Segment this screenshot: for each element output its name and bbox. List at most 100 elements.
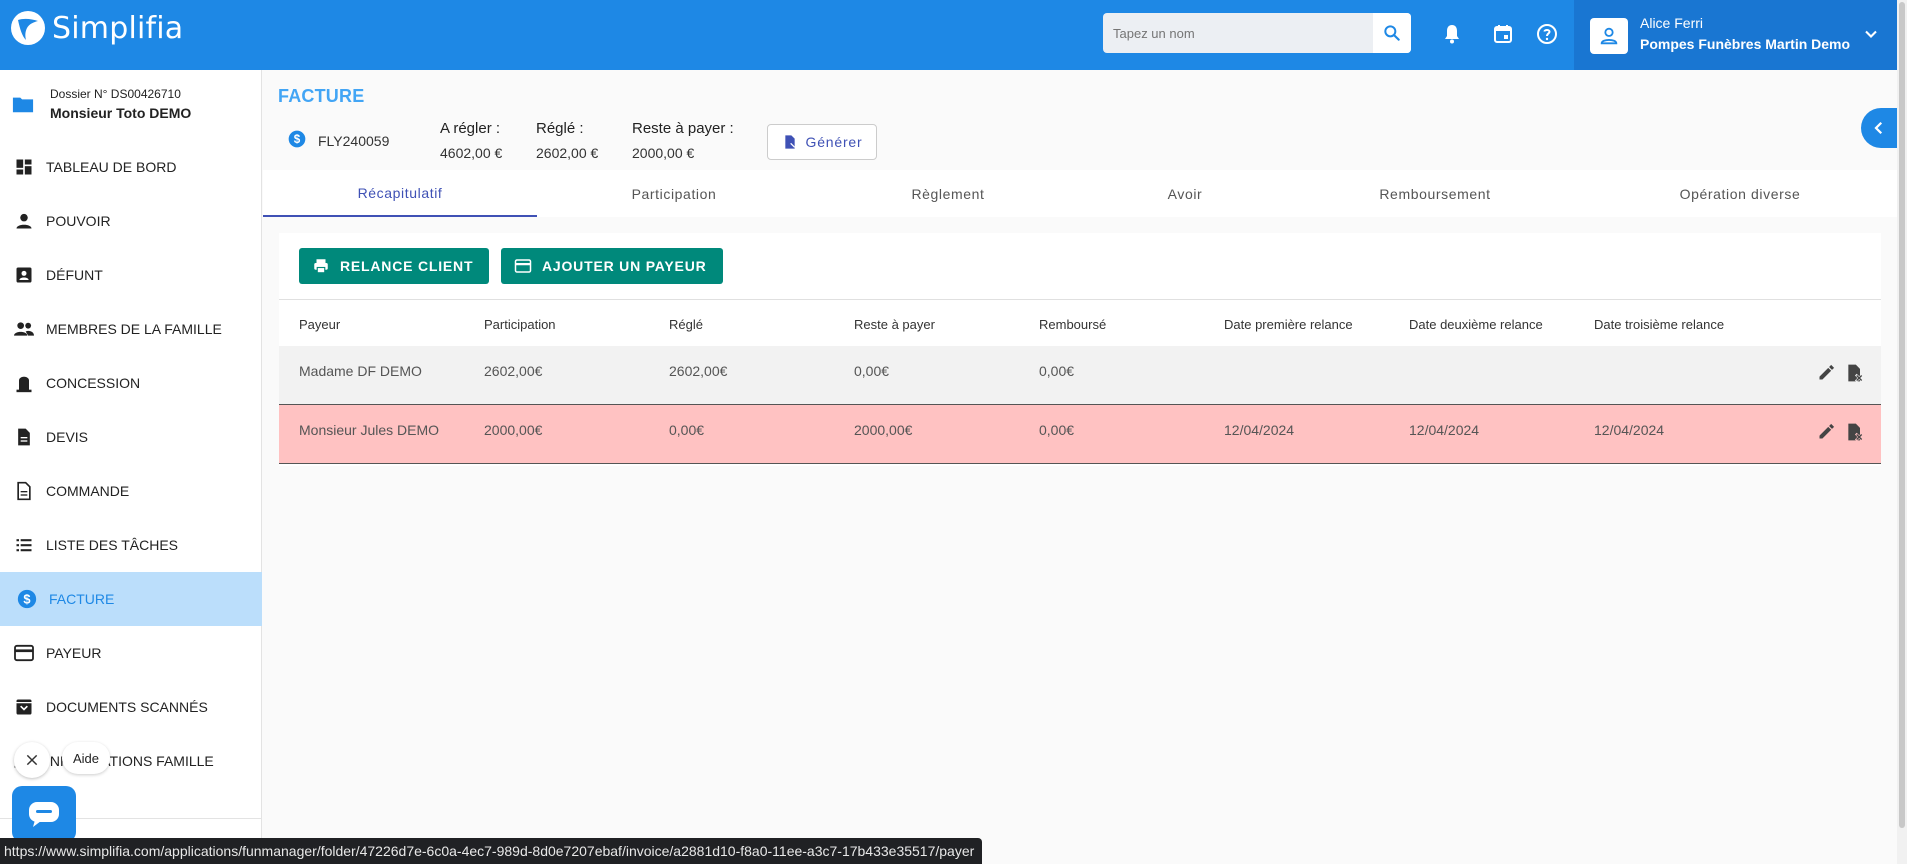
row-actions: [1817, 421, 1865, 443]
row-actions: [1817, 362, 1865, 384]
amount-reste: Reste à payer : 2000,00 €: [632, 120, 734, 161]
sidebar-item-label: DOCUMENTS SCANNÉS: [46, 699, 208, 715]
page-title: FACTURE: [278, 86, 365, 106]
folder-icon: [12, 97, 34, 113]
tab-avoir[interactable]: Avoir: [1048, 170, 1322, 217]
search-icon: [1384, 25, 1400, 41]
document-icon: [18, 428, 30, 446]
search-button[interactable]: [1373, 13, 1411, 53]
group-icon: [14, 322, 34, 336]
scrollbar-thumb[interactable]: [1899, 2, 1905, 828]
payers-table: Payeur Participation Réglé Reste à payer…: [279, 299, 1881, 464]
relance-client-button[interactable]: RELANCE CLIENT: [299, 248, 490, 284]
cell-relance-3: 12/04/2024: [1594, 422, 1665, 438]
list-icon: [16, 539, 32, 552]
add-payer-label: AJOUTER UN PAYEUR: [542, 258, 707, 274]
close-icon: [26, 754, 38, 766]
cell-regle: 2602,00€: [669, 363, 728, 379]
sidebar-item-concession[interactable]: CONCESSION: [0, 356, 262, 410]
top-app-bar: Simplifia Alice Ferri Pompes Funèbres Ma…: [0, 0, 1897, 70]
column-header: Date première relance: [1224, 317, 1353, 332]
chevron-left-icon: [1874, 121, 1883, 135]
credit-card-icon: [514, 259, 532, 273]
app-name: Simplifia: [52, 10, 184, 46]
app-logo[interactable]: Simplifia: [10, 10, 183, 46]
sidebar-item-label: MEMBRES DE LA FAMILLE: [46, 321, 222, 337]
sidebar-item-label: CONCESSION: [46, 375, 141, 391]
id-card-icon: [16, 267, 32, 283]
sidebar-item-label: PAYEUR: [46, 645, 102, 661]
amount-a-regler: A régler : 4602,00 €: [440, 120, 502, 161]
help-icon[interactable]: [1535, 22, 1559, 46]
sidebar-item-documents-scannes[interactable]: DOCUMENTS SCANNÉS: [0, 680, 262, 734]
credit-card-icon: [14, 644, 34, 662]
generate-button[interactable]: Générer: [767, 124, 877, 160]
chat-icon: [29, 802, 59, 827]
user-name: Alice Ferri: [1640, 15, 1704, 31]
chevron-down-icon[interactable]: [1861, 24, 1881, 44]
relance-client-label: RELANCE CLIENT: [340, 258, 474, 274]
add-payer-button[interactable]: AJOUTER UN PAYEUR: [501, 248, 723, 284]
help-close-button[interactable]: [14, 742, 50, 778]
cell-rembourse: 0,00€: [1039, 363, 1075, 379]
document-remove-icon[interactable]: [1845, 421, 1865, 443]
sidebar-item-label: LISTE DES TÂCHES: [46, 537, 179, 553]
cell-rembourse: 0,00€: [1039, 422, 1075, 438]
regle-label: Réglé :: [536, 120, 584, 137]
table-row[interactable]: Monsieur Jules DEMO 2000,00€ 0,00€ 2000,…: [279, 405, 1881, 464]
calendar-icon[interactable]: [1491, 22, 1515, 46]
sidebar-item-membres-famille[interactable]: MEMBRES DE LA FAMILLE: [0, 302, 262, 356]
user-menu[interactable]: Alice Ferri Pompes Funèbres Martin Demo: [1574, 0, 1897, 70]
simplifia-logo-icon: [11, 11, 45, 45]
cell-participation: 2000,00€: [484, 422, 543, 438]
recap-card: RELANCE CLIENT AJOUTER UN PAYEUR Payeur …: [279, 233, 1881, 466]
column-header: Remboursé: [1039, 317, 1107, 332]
sidebar-item-commande[interactable]: COMMANDE: [0, 464, 262, 518]
column-header: Réglé: [669, 317, 703, 332]
sidebar-item-facture[interactable]: $ FACTURE: [0, 572, 262, 626]
sidebar-item-tableau-de-bord[interactable]: TABLEAU DE BORD: [0, 140, 262, 194]
regle-value: 2602,00 €: [536, 145, 599, 161]
edit-pencil-icon[interactable]: [1817, 421, 1837, 441]
cell-regle: 0,00€: [669, 422, 705, 438]
avatar: [1590, 18, 1628, 54]
column-header: Date troisième relance: [1594, 317, 1725, 332]
sidebar-item-pouvoir[interactable]: POUVOIR: [0, 194, 262, 248]
amount-regle: Réglé : 2602,00 €: [536, 120, 598, 161]
page-scrollbar[interactable]: [1897, 0, 1907, 864]
tab-reglement[interactable]: Règlement: [811, 170, 1085, 217]
column-header: Reste à payer: [854, 317, 935, 332]
edit-pencil-icon[interactable]: [1817, 362, 1837, 382]
document-remove-icon[interactable]: [1845, 362, 1865, 384]
table-row[interactable]: Madame DF DEMO 2602,00€ 2602,00€ 0,00€ 0…: [279, 346, 1881, 405]
tab-recapitulatif[interactable]: Récapitulatif: [263, 170, 537, 217]
search-input[interactable]: [1103, 13, 1373, 53]
cell-relance-1: 12/04/2024: [1224, 422, 1295, 438]
chat-launcher-button[interactable]: [12, 786, 76, 842]
sidebar-item-payeur[interactable]: PAYEUR: [0, 626, 262, 680]
invoice-number: FLY240059: [318, 133, 390, 149]
tab-operation-diverse[interactable]: Opération diverse: [1603, 170, 1877, 217]
reste-value: 2000,00 €: [632, 145, 695, 161]
column-header: Participation: [484, 317, 556, 332]
sidebar-item-devis[interactable]: DEVIS: [0, 410, 262, 464]
sidebar-item-label: TABLEAU DE BORD: [46, 159, 177, 175]
a-regler-label: A régler :: [440, 120, 501, 137]
dossier-header[interactable]: Dossier N° DS00426710 Monsieur Toto DEMO: [0, 70, 262, 140]
collapse-panel-button[interactable]: [1861, 108, 1897, 148]
reste-label: Reste à payer :: [632, 120, 734, 137]
dossier-name: Monsieur Toto DEMO: [50, 105, 192, 121]
search-box: [1103, 13, 1411, 53]
notifications-bell-icon[interactable]: [1440, 22, 1464, 46]
dossier-number: Dossier N° DS00426710: [50, 87, 181, 101]
dollar-icon: $: [288, 130, 306, 148]
column-header: Payeur: [299, 317, 341, 332]
tab-remboursement[interactable]: Remboursement: [1298, 170, 1572, 217]
sidebar-item-label: COMMANDE: [46, 483, 130, 499]
tab-participation[interactable]: Participation: [537, 170, 811, 217]
help-bubble[interactable]: Aide: [62, 742, 110, 774]
sidebar-item-liste-taches[interactable]: LISTE DES TÂCHES: [0, 518, 262, 572]
main-content: FACTURE $ FLY240059 A régler : 4602,00 €…: [263, 70, 1897, 864]
sidebar-item-defunt[interactable]: DÉFUNT: [0, 248, 262, 302]
user-icon: [1600, 27, 1618, 45]
